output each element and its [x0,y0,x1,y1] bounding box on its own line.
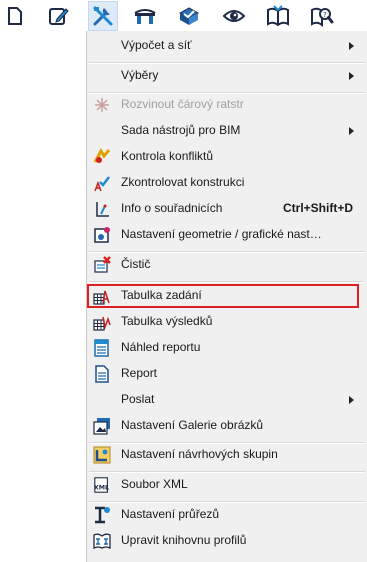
menu-item-label: Sada nástrojů pro BIM [121,123,241,137]
submenu-arrow-icon [349,127,354,135]
tools-dropdown-menu: Výpočet a síť Výběry Rozvinout čárový ra… [86,31,367,562]
edit-button[interactable] [44,1,74,31]
report-icon [93,365,111,383]
menu-item-zkontrolovat-konstrukci[interactable]: Zkontrolovat konstrukci [87,170,367,196]
book-icon [267,5,289,27]
geometry-settings-icon [93,226,111,244]
menu-item-label: Nastavení geometrie / grafické nast… [121,227,322,241]
menu-item-label: Kontrola konfliktů [121,149,214,163]
menu-item-label: Nastavení návrhových skupin [121,447,278,461]
menu-item-label: Nastavení průřezů [121,507,220,521]
highlight-box [87,284,359,308]
image-gallery-icon [93,417,111,435]
menu-item-upravit-knihovnu-profilu[interactable]: Upravit knihovnu profilů [87,528,367,554]
cross-section-icon [93,506,111,524]
menu-item-poslat[interactable]: Poslat [87,387,367,413]
menu-item-label: Tabulka výsledků [121,314,213,328]
menu-item-sada-nastroju-bim[interactable]: Sada nástrojů pro BIM [87,118,367,144]
report-preview-icon [93,339,111,357]
menu-item-vypocet-a-sit[interactable]: Výpočet a síť [87,33,367,59]
bridge-icon [134,9,156,24]
line-grid-icon [93,96,111,114]
menu-item-label: Soubor XML [121,477,188,491]
tools-button[interactable] [88,1,118,31]
menu-item-vybery[interactable]: Výběry [87,63,367,89]
menu-item-label: Info o souřadnicích [121,201,223,215]
profile-library-icon [93,532,111,550]
main-toolbar: ? [0,0,367,33]
bridge-button[interactable] [130,1,160,31]
submenu-arrow-icon [349,72,354,80]
new-document-icon [8,7,22,25]
menu-item-rozvinout-carovy-rastr: Rozvinout čárový ratstr [87,92,367,118]
menu-item-nastaveni-prurezu[interactable]: Nastavení průřezů [87,502,367,528]
check-icon [178,7,200,25]
svg-text:XML: XML [94,485,109,492]
menu-item-label: Výpočet a síť [121,38,192,52]
tools-icon [93,6,113,26]
coordinates-icon [93,200,111,218]
design-groups-icon [93,446,111,464]
submenu-arrow-icon [349,42,354,50]
results-table-icon [93,313,111,331]
edit-icon [49,8,69,25]
menu-item-label: Nastavení Galerie obrázků [121,418,264,432]
menu-item-cistic[interactable]: Čistič [87,252,367,278]
menu-item-label: Poslat [121,392,155,406]
check-button[interactable] [174,1,204,31]
menu-item-shortcut: Ctrl+Shift+D [282,201,353,215]
menu-item-label: Zkontrolovat konstrukci [121,175,245,189]
menu-item-report[interactable]: Report [87,361,367,387]
view-button[interactable] [219,1,249,31]
menu-item-soubor-xml[interactable]: XML Soubor XML [87,472,367,498]
help-search-icon: ? [311,7,334,27]
svg-text:?: ? [323,11,327,19]
structure-check-icon [93,174,111,192]
menu-item-nastaveni-navrhovych-skupin[interactable]: Nastavení návrhových skupin [87,442,367,468]
menu-item-nastaveni-geometrie[interactable]: Nastavení geometrie / grafické nast… [87,222,367,248]
menu-item-label: Report [121,366,158,380]
library-button[interactable] [263,1,293,31]
eye-icon [223,10,245,22]
menu-item-kontrola-konfliktu[interactable]: Kontrola konfliktů [87,144,367,170]
new-document-button[interactable] [0,1,30,31]
menu-item-label: Náhled reportu [121,340,201,354]
menu-item-nahled-reportu[interactable]: Náhled reportu [87,335,367,361]
menu-item-label: Čistič [121,257,151,271]
menu-item-label: Rozvinout čárový ratstr [121,97,244,111]
menu-item-label: Výběry [121,68,159,82]
cleaner-icon [93,256,111,274]
menu-item-label: Upravit knihovnu profilů [121,533,247,547]
menu-item-nastaveni-galerie-obrazku[interactable]: Nastavení Galerie obrázků [87,413,367,439]
menu-item-tabulka-vysledku[interactable]: Tabulka výsledků [87,309,367,335]
menu-item-info-o-souradnicich[interactable]: Info o souřadnicích Ctrl+Shift+D [87,196,367,222]
submenu-arrow-icon [349,396,354,404]
help-button[interactable]: ? [307,1,337,31]
conflict-check-icon [93,148,111,166]
xml-file-icon: XML [93,476,111,494]
